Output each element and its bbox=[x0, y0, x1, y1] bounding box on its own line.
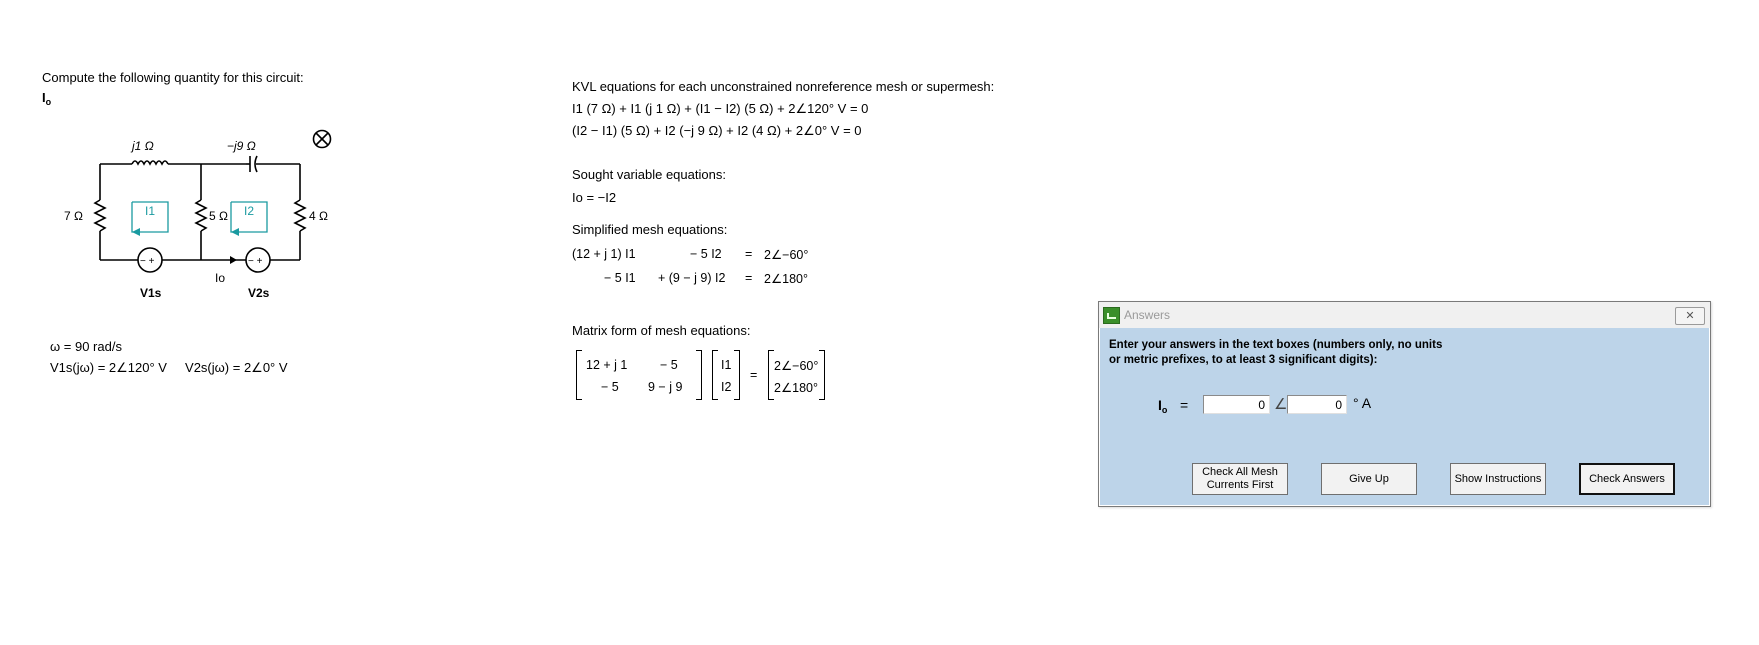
angle-symbol: ∠ bbox=[1274, 396, 1288, 413]
kvl-equation-1: I1 (7 Ω) + I1 (j 1 Ω) + (I1 − I2) (5 Ω) … bbox=[572, 101, 869, 116]
window-title: Answers bbox=[1124, 308, 1171, 322]
resistor-7-label: 7 Ω bbox=[64, 209, 83, 223]
simplified-row1-eq: = bbox=[745, 247, 753, 261]
matrix-a11: 12 + j 1 bbox=[586, 358, 628, 372]
matrix-b-right-bracket bbox=[819, 350, 825, 400]
simplified-row2-a: − 5 I1 bbox=[604, 271, 636, 285]
magnitude-input[interactable] bbox=[1203, 395, 1270, 414]
answers-panel: Enter your answers in the text boxes (nu… bbox=[1100, 328, 1709, 505]
simplified-row1-b: − 5 I2 bbox=[690, 247, 722, 261]
resistor-4-label: 4 Ω bbox=[309, 209, 328, 223]
io-current-label: Io bbox=[215, 271, 225, 285]
matrix-x2: I2 bbox=[721, 380, 732, 394]
simplified-row1-a: (12 + j 1) I1 bbox=[572, 247, 636, 261]
kvl-heading: KVL equations for each unconstrained non… bbox=[572, 79, 995, 94]
matrix-a-left-bracket bbox=[576, 350, 582, 400]
resistor-5-label: 5 Ω bbox=[209, 209, 228, 223]
matrix-a22: 9 − j 9 bbox=[648, 380, 683, 394]
matrix-b1: 2∠−60° bbox=[774, 359, 819, 373]
answers-titlebar[interactable]: Answers ✕ bbox=[1099, 302, 1710, 328]
capacitor-label: −j9 Ω bbox=[227, 139, 256, 153]
matrix-x1: I1 bbox=[721, 358, 732, 372]
simplified-heading: Simplified mesh equations: bbox=[572, 222, 728, 237]
mesh2-label: I2 bbox=[244, 204, 254, 218]
check-answers-button[interactable]: Check Answers bbox=[1579, 463, 1675, 495]
inductor-label: j1 Ω bbox=[130, 139, 154, 153]
circle-x-icon[interactable] bbox=[312, 129, 332, 149]
source-v2-value: V2s(jω) = 2∠0° V bbox=[185, 360, 288, 375]
matrix-x-right-bracket bbox=[734, 350, 740, 400]
close-icon: ✕ bbox=[1685, 310, 1695, 322]
matrix-a21: − 5 bbox=[601, 380, 619, 394]
matrix-a12: − 5 bbox=[660, 358, 678, 372]
give-up-button[interactable]: Give Up bbox=[1321, 463, 1417, 495]
kvl-equation-2: (I2 − I1) (5 Ω) + I2 (−j 9 Ω) + I2 (4 Ω)… bbox=[572, 123, 862, 138]
sought-equation: Io = −I2 bbox=[572, 190, 617, 205]
answer-instructions: Enter your answers in the text boxes (nu… bbox=[1109, 339, 1443, 366]
simplified-row1-rhs: 2∠−60° bbox=[764, 248, 809, 262]
problem-prompt: Compute the following quantity for this … bbox=[42, 70, 304, 85]
mesh1-label: I1 bbox=[145, 204, 155, 218]
source2-polarity: − + bbox=[248, 256, 263, 267]
app-icon bbox=[1103, 307, 1120, 324]
source1-polarity: − + bbox=[140, 256, 155, 267]
matrix-x-left-bracket bbox=[712, 350, 718, 400]
answers-window: Answers ✕ Enter your answers in the text… bbox=[1098, 301, 1711, 507]
omega-value: ω = 90 rad/s bbox=[50, 339, 122, 354]
matrix-a-right-bracket bbox=[696, 350, 702, 400]
simplified-row2-eq: = bbox=[745, 271, 753, 285]
unit-label: ° A bbox=[1353, 395, 1372, 411]
source1-label: V1s bbox=[140, 286, 162, 300]
matrix-b2: 2∠180° bbox=[774, 381, 819, 395]
source-values: V1s(jω) = 2∠120° V V2s(jω) = 2∠0° V bbox=[50, 360, 288, 376]
angle-input[interactable] bbox=[1287, 395, 1347, 414]
answer-io-label: Io bbox=[1158, 397, 1168, 415]
close-button[interactable]: ✕ bbox=[1675, 307, 1705, 325]
circuit-diagram: j1 Ω −j9 Ω 7 Ω 5 Ω 4 Ω I1 I2 Io − + − + … bbox=[64, 129, 332, 300]
show-instructions-button[interactable]: Show Instructions bbox=[1450, 463, 1546, 495]
sought-heading: Sought variable equations: bbox=[572, 167, 726, 182]
simplified-row2-b: + (9 − j 9) I2 bbox=[658, 271, 726, 285]
check-mesh-currents-button[interactable]: Check All Mesh Currents First bbox=[1192, 463, 1288, 495]
sought-quantity: Io bbox=[42, 90, 52, 107]
simplified-row2-rhs: 2∠180° bbox=[764, 272, 809, 286]
source-v1-value: V1s(jω) = 2∠120° V bbox=[50, 360, 167, 375]
matrix-heading: Matrix form of mesh equations: bbox=[572, 323, 751, 338]
answer-equals-sign: = bbox=[1180, 397, 1189, 413]
source2-label: V2s bbox=[248, 286, 270, 300]
matrix-equals: = bbox=[750, 368, 758, 382]
